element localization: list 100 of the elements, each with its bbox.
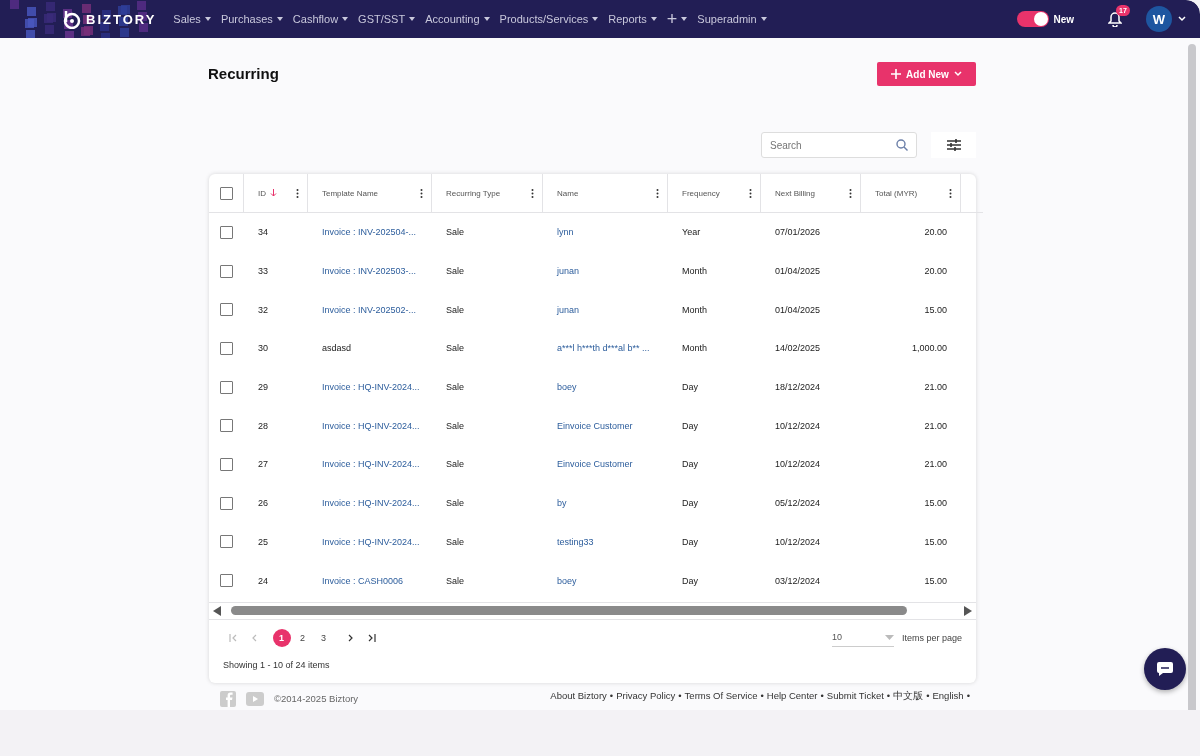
bell-icon[interactable] <box>1108 11 1122 27</box>
table-link[interactable]: by <box>543 483 668 523</box>
checkbox[interactable] <box>220 496 233 510</box>
column-header[interactable]: ID <box>244 174 308 213</box>
table-link[interactable]: Invoice : HQ-INV-2024... <box>308 445 432 484</box>
brand-name: BIZTORY <box>86 11 157 27</box>
column-menu-icon[interactable] <box>420 188 423 198</box>
nav-menu-item[interactable]: Reports <box>603 13 662 25</box>
toggle-switch[interactable] <box>1017 11 1050 27</box>
vertical-scrollbar[interactable] <box>1188 44 1196 710</box>
caret-down-icon <box>483 17 490 21</box>
column-menu-icon[interactable] <box>531 188 534 198</box>
table-link[interactable]: junan <box>543 290 668 330</box>
caret-down-icon <box>760 17 767 21</box>
table-link[interactable]: Invoice : INV-202502-... <box>308 290 432 330</box>
separator-dot: • <box>966 689 970 703</box>
checkbox[interactable] <box>220 419 233 433</box>
column-header[interactable]: Name <box>543 174 668 213</box>
table-link[interactable]: boey <box>543 367 668 407</box>
footer-link[interactable]: Submit Ticket <box>826 689 884 703</box>
table-cell-text: 20.00 <box>923 265 948 279</box>
table-cell-text: 03/12/2024 <box>774 574 822 588</box>
caret-down-icon <box>681 17 688 21</box>
caret-down-icon <box>204 17 211 21</box>
table-link[interactable]: boey <box>543 561 668 600</box>
column-menu-icon[interactable] <box>296 188 299 198</box>
nav-menu-item[interactable]: Products/Services <box>494 13 604 25</box>
table-cell-text: 28 <box>257 419 269 433</box>
nav-menu-item[interactable]: Cashflow <box>287 13 354 25</box>
chat-button[interactable] <box>1144 648 1186 690</box>
checkbox[interactable] <box>220 264 233 278</box>
checkbox[interactable] <box>220 341 233 355</box>
table-cell-text: 15.00 <box>923 535 948 549</box>
nav-menu-item[interactable]: Purchases <box>215 13 288 25</box>
table-link[interactable]: testing33 <box>543 522 668 562</box>
footer-link[interactable]: About Biztory <box>550 689 607 703</box>
table-cell-text: 10/12/2024 <box>774 458 822 472</box>
table-link[interactable]: Invoice : HQ-INV-2024... <box>308 522 432 562</box>
table-link[interactable]: Invoice : HQ-INV-2024... <box>308 367 432 407</box>
page-number-button[interactable]: 1 <box>272 628 291 647</box>
horizontal-scrollbar[interactable] <box>209 601 976 620</box>
page-number-button[interactable]: 2 <box>293 628 312 647</box>
checkbox[interactable] <box>219 186 233 200</box>
table-link[interactable]: Invoice : INV-202503-... <box>308 251 432 291</box>
column-menu-icon[interactable] <box>949 188 952 198</box>
filter-settings-button[interactable] <box>931 132 976 158</box>
user-avatar[interactable]: W <box>1146 6 1172 32</box>
table-cell-text: 24 <box>257 574 269 588</box>
table-link[interactable]: lynn <box>543 213 668 252</box>
page-size-dropdown[interactable]: 10 <box>831 628 894 648</box>
previous-page-icon <box>250 633 259 642</box>
table-cell-text: Day <box>681 458 699 472</box>
column-header[interactable]: Total (MYR) <box>861 174 961 213</box>
column-header[interactable]: Next Billing <box>761 174 861 213</box>
last-page-icon <box>367 633 376 642</box>
table-cell-text: 05/12/2024 <box>774 497 822 511</box>
separator-dot: • <box>886 689 891 703</box>
caret-down-icon <box>409 17 416 21</box>
table-link[interactable]: junan <box>543 251 668 291</box>
table-cell-text: Sale <box>445 458 465 472</box>
table-link[interactable]: Invoice : INV-202504-... <box>308 213 432 252</box>
table-cell-text: Sale <box>445 497 465 511</box>
table-link[interactable]: Invoice : CASH0006 <box>308 561 432 600</box>
table-cell-text: Sale <box>445 419 465 433</box>
nav-menu-item[interactable]: GST/SST <box>353 13 421 25</box>
column-header[interactable]: Frequency <box>668 174 761 213</box>
checkbox[interactable] <box>220 303 233 317</box>
table-cell-text: 32 <box>257 303 269 317</box>
checkbox[interactable] <box>220 380 233 394</box>
footer-link[interactable]: 中文版 <box>893 689 924 703</box>
column-menu-icon[interactable] <box>849 188 852 198</box>
search-field[interactable]: Search <box>761 132 917 158</box>
footer-link[interactable]: Help Center <box>766 689 818 703</box>
table-link[interactable]: a***l h***th d***al b** ... <box>543 329 668 368</box>
column-header[interactable]: Template Name <box>308 174 432 213</box>
nav-menu-item[interactable]: + <box>661 10 693 28</box>
nav-menu-item[interactable]: Accounting <box>420 13 495 25</box>
footer-link[interactable]: Privacy Policy <box>616 689 676 703</box>
page-number-button[interactable]: 3 <box>314 628 333 647</box>
table-link[interactable]: Einvoice Customer <box>543 406 668 446</box>
table-cell-text: Day <box>681 419 699 433</box>
table-cell-text: 34 <box>257 226 269 240</box>
nav-menu-item[interactable]: Superadmin <box>692 13 772 25</box>
table-link[interactable]: Invoice : HQ-INV-2024... <box>308 406 432 446</box>
column-menu-icon[interactable] <box>749 188 752 198</box>
column-header[interactable]: Recurring Type <box>432 174 543 213</box>
nav-menu-item[interactable]: Sales <box>168 13 216 25</box>
table-link[interactable]: Einvoice Customer <box>543 445 668 484</box>
footer-link[interactable]: English <box>932 689 964 703</box>
add-new-button[interactable]: Add New <box>877 62 976 86</box>
caret-down-icon <box>592 17 599 21</box>
separator-dot: • <box>609 689 614 703</box>
checkbox[interactable] <box>220 225 233 239</box>
page-title: Recurring <box>207 64 280 84</box>
checkbox[interactable] <box>220 457 233 471</box>
checkbox[interactable] <box>220 535 233 549</box>
footer-link[interactable]: Terms Of Service <box>684 689 758 703</box>
checkbox[interactable] <box>220 574 233 588</box>
table-link[interactable]: Invoice : HQ-INV-2024... <box>308 483 432 523</box>
column-menu-icon[interactable] <box>656 188 659 198</box>
